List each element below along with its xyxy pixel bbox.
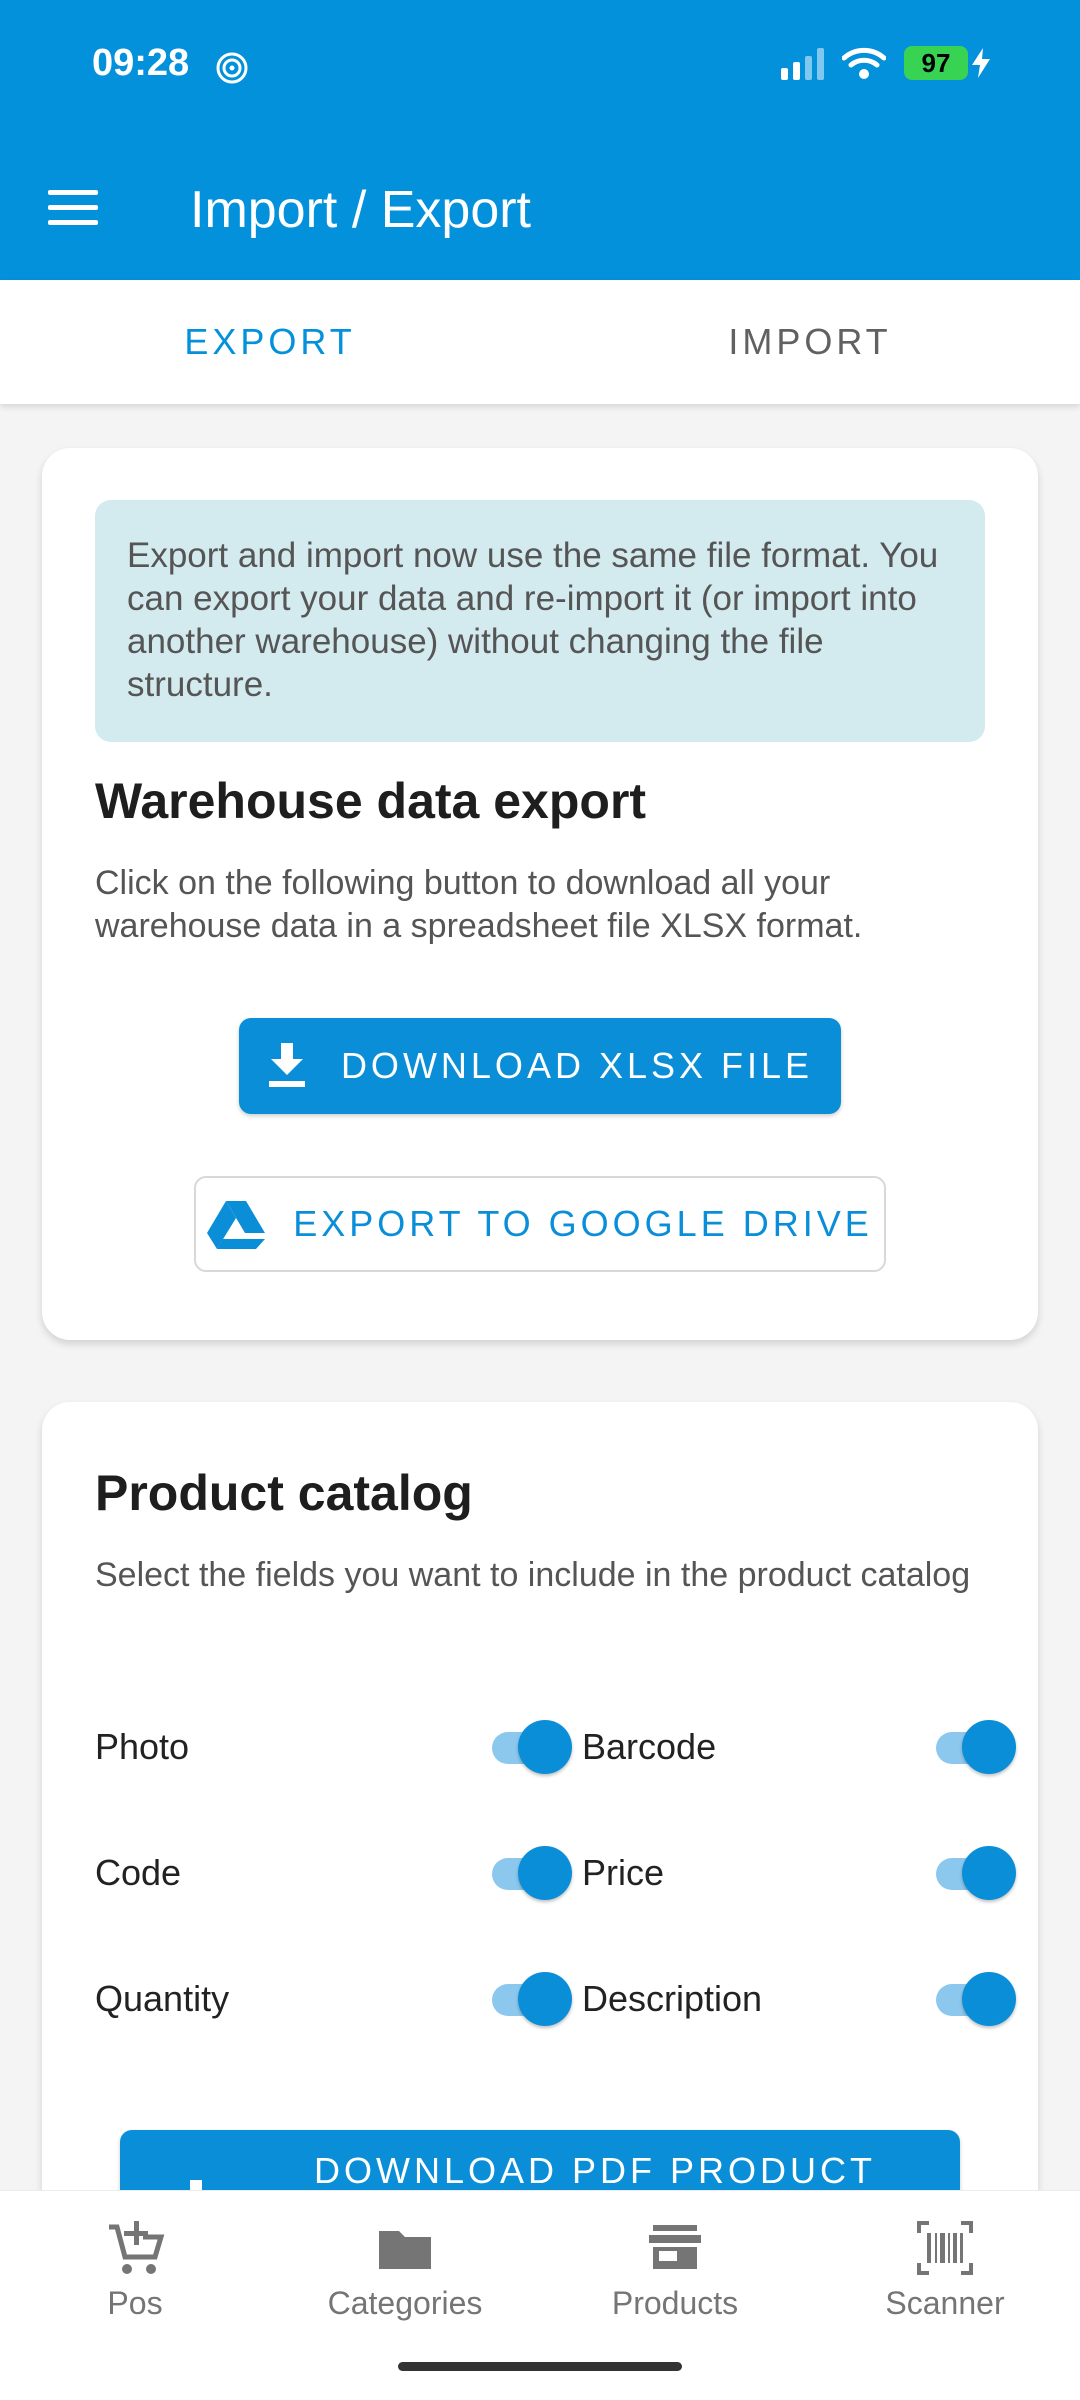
folder-icon bbox=[379, 2231, 431, 2269]
app-bar: Import / Export bbox=[0, 140, 1080, 280]
page-title: Import / Export bbox=[190, 181, 531, 239]
export-google-drive-button[interactable]: EXPORT TO GOOGLE DRIVE bbox=[194, 1176, 886, 1272]
field-label-price: Price bbox=[582, 1852, 665, 1893]
toggle-photo[interactable] bbox=[488, 1720, 572, 1774]
toggle-price[interactable] bbox=[932, 1846, 1016, 1900]
nav-item-categories[interactable]: Categories bbox=[270, 2219, 540, 2322]
field-label-photo: Photo bbox=[95, 1726, 190, 1767]
download-xlsx-button[interactable]: DOWNLOAD XLSX FILE bbox=[239, 1018, 841, 1114]
nav-label-pos: Pos bbox=[107, 2285, 163, 2321]
field-label-quantity: Quantity bbox=[95, 1978, 230, 2019]
field-label-barcode: Barcode bbox=[582, 1726, 717, 1767]
store-icon bbox=[649, 2225, 701, 2269]
toggle-code[interactable] bbox=[488, 1846, 572, 1900]
nav-label-categories: Categories bbox=[327, 2285, 483, 2321]
home-indicator bbox=[398, 2362, 682, 2371]
product-catalog-description: Select the fields you want to include in… bbox=[95, 1556, 971, 1594]
battery-indicator: 97 bbox=[904, 46, 990, 80]
cellular-signal-icon bbox=[781, 46, 824, 80]
download-icon bbox=[268, 1043, 305, 1087]
barcode-scan-icon bbox=[917, 2221, 973, 2275]
export-google-drive-label: EXPORT TO GOOGLE DRIVE bbox=[293, 1203, 873, 1244]
tab-export[interactable]: EXPORT bbox=[0, 280, 540, 404]
google-drive-icon bbox=[207, 1201, 266, 1249]
wifi-icon bbox=[842, 47, 886, 79]
charging-bolt-icon bbox=[972, 48, 990, 78]
status-time: 09:28 bbox=[92, 42, 190, 84]
field-label-description: Description bbox=[582, 1978, 763, 2019]
toggle-description[interactable] bbox=[932, 1972, 1016, 2026]
hamburger-menu-icon[interactable] bbox=[48, 188, 98, 228]
product-catalog-card: Product catalog Select the fields you wa… bbox=[42, 1402, 1038, 2302]
spiral-notification-icon bbox=[216, 52, 248, 84]
tab-import[interactable]: IMPORT bbox=[540, 280, 1080, 404]
nav-item-pos[interactable]: Pos bbox=[0, 2219, 270, 2322]
download-pdf-label: DOWNLOAD PDF PRODUCT bbox=[314, 2150, 877, 2191]
nav-item-scanner[interactable]: Scanner bbox=[810, 2219, 1080, 2322]
nav-item-products[interactable]: Products bbox=[540, 2219, 810, 2322]
product-catalog-title: Product catalog bbox=[95, 1465, 473, 1521]
warehouse-export-card: Export and import now use the same file … bbox=[42, 448, 1038, 1340]
status-indicators: 97 bbox=[781, 46, 990, 80]
download-xlsx-label: DOWNLOAD XLSX FILE bbox=[340, 1045, 814, 1086]
format-info-notice: Export and import now use the same file … bbox=[95, 500, 985, 742]
nav-label-scanner: Scanner bbox=[885, 2285, 1005, 2321]
warehouse-export-description: Click on the following button to downloa… bbox=[95, 864, 863, 945]
toggle-quantity[interactable] bbox=[488, 1972, 572, 2026]
field-label-code: Code bbox=[95, 1852, 182, 1893]
status-bar: 09:28 97 bbox=[0, 0, 1080, 140]
cart-add-icon bbox=[109, 2221, 165, 2274]
nav-label-products: Products bbox=[611, 2285, 739, 2321]
battery-level: 97 bbox=[904, 46, 968, 80]
tab-bar: EXPORT IMPORT bbox=[0, 280, 1080, 404]
warehouse-export-title: Warehouse data export bbox=[95, 773, 647, 829]
toggle-barcode[interactable] bbox=[932, 1720, 1016, 1774]
